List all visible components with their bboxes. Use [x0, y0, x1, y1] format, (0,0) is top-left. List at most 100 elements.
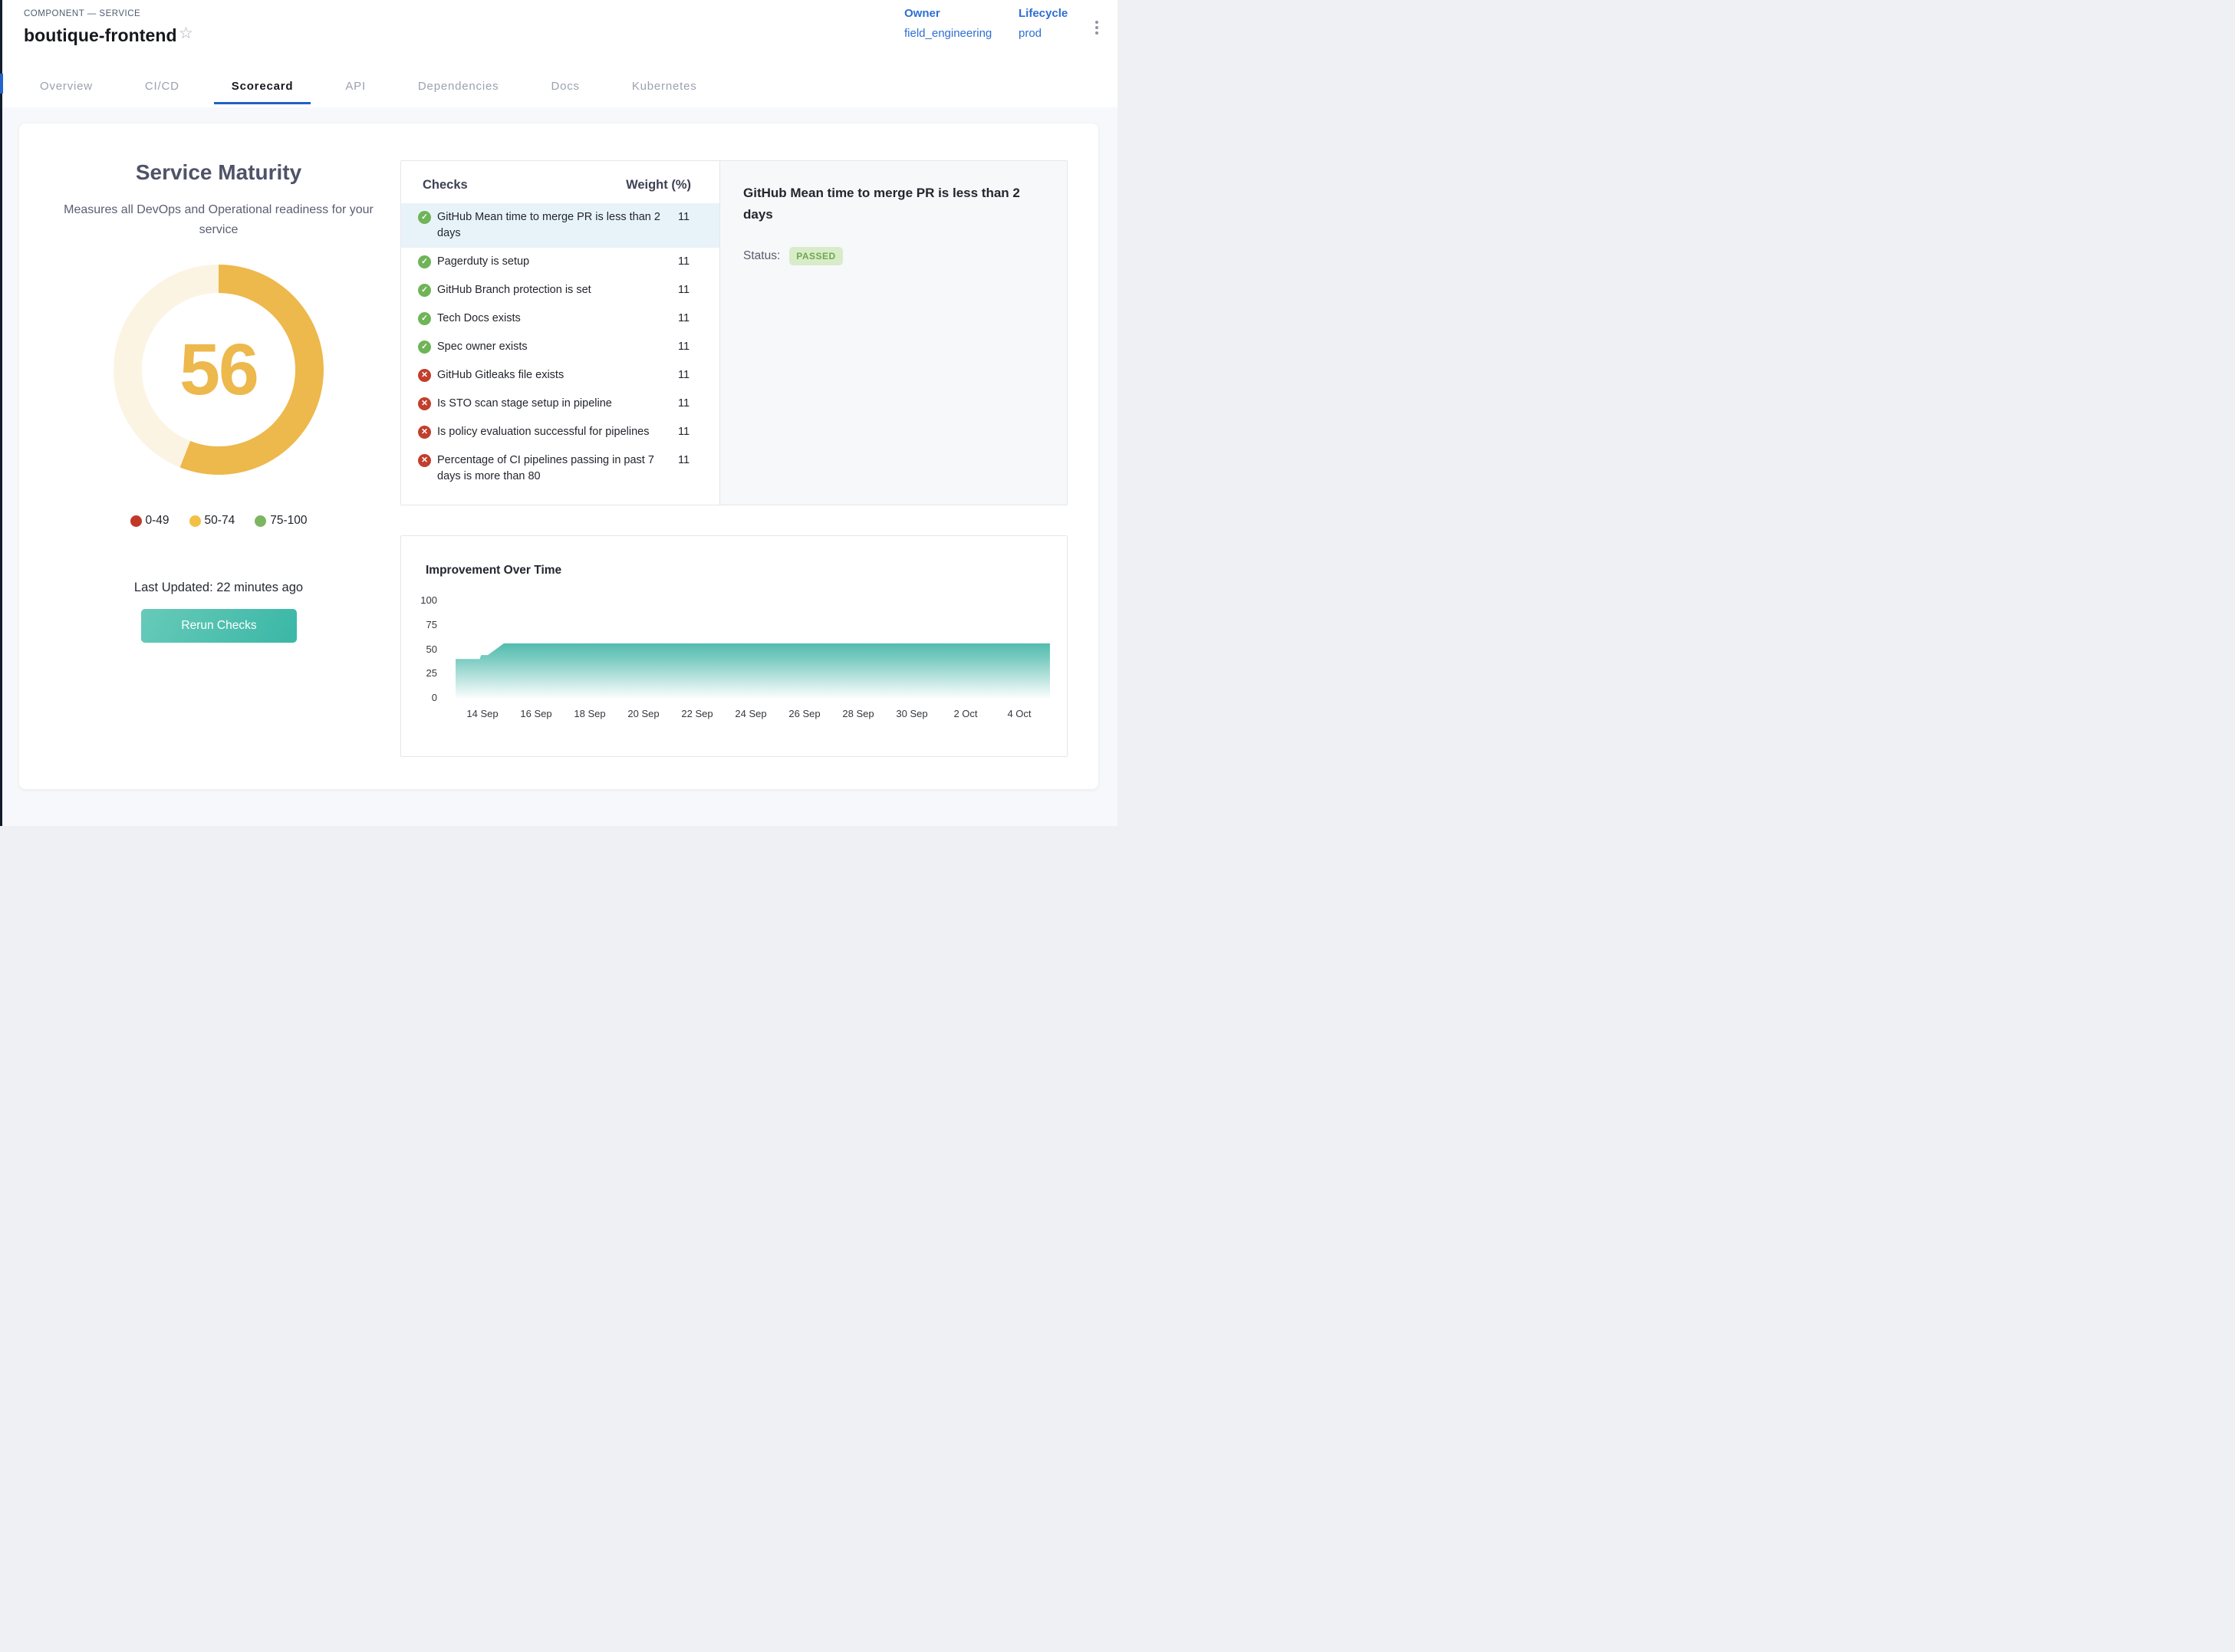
tab-label: Dependencies — [418, 80, 499, 93]
check-weight: 11 — [678, 367, 690, 383]
check-label: GitHub Gitleaks file exists — [437, 367, 676, 383]
check-row[interactable]: ✕ Percentage of CI pipelines passing in p… — [401, 446, 719, 491]
checks-list: ✓ GitHub Mean time to merge PR is less th… — [401, 203, 719, 491]
check-label: Is STO scan stage setup in pipeline — [437, 396, 676, 412]
check-weight: 11 — [678, 209, 690, 225]
check-label: Percentage of CI pipelines passing in pa… — [437, 452, 676, 485]
tab-ci-cd[interactable]: CI/CD — [127, 65, 197, 107]
legend-item: 0-49 — [130, 514, 170, 528]
scorecard-title: Service Maturity — [19, 160, 418, 185]
check-row[interactable]: ✓ GitHub Mean time to merge PR is less th… — [401, 203, 719, 248]
check-weight: 11 — [678, 452, 690, 469]
x-axis-tick: 4 Oct — [992, 708, 1046, 719]
y-axis-tick: 25 — [401, 666, 437, 680]
legend-label: 50-74 — [205, 514, 235, 528]
rerun-checks-button[interactable]: Rerun Checks — [141, 609, 297, 643]
y-axis-tick: 75 — [401, 618, 437, 632]
check-failed-icon: ✕ — [418, 454, 431, 467]
x-axis-tick: 20 Sep — [617, 708, 670, 719]
check-failed-icon: ✕ — [418, 426, 431, 439]
check-label: Pagerduty is setup — [437, 254, 676, 270]
check-passed-icon: ✓ — [418, 211, 431, 224]
improvement-chart-panel: Improvement Over Time 0255075100 14 Sep1… — [400, 535, 1068, 757]
owner-label: Owner — [904, 8, 992, 21]
tab-api[interactable]: API — [328, 65, 383, 107]
check-row[interactable]: ✓ Tech Docs exists11 — [401, 304, 719, 333]
check-row[interactable]: ✓Spec owner exists11 — [401, 333, 719, 361]
active-tab-underline — [214, 102, 311, 104]
check-row[interactable]: ✓GitHub Branch protection is set11 — [401, 276, 719, 304]
lifecycle-value-link[interactable]: prod — [1019, 28, 1068, 41]
checks-list-header: Checks Weight (%) — [401, 161, 719, 193]
left-rail-active-indicator — [0, 74, 3, 94]
x-axis-tick: 18 Sep — [563, 708, 617, 719]
check-weight: 11 — [678, 311, 690, 327]
legend-item: 50-74 — [189, 514, 235, 528]
check-weight: 11 — [678, 282, 690, 298]
check-row[interactable]: ✕Is STO scan stage setup in pipeline11 — [401, 390, 719, 418]
y-axis-tick: 100 — [401, 594, 437, 607]
x-axis-tick: 2 Oct — [939, 708, 992, 719]
tab-label: CI/CD — [145, 80, 179, 93]
check-passed-icon: ✓ — [418, 341, 431, 354]
tab-label: Overview — [40, 80, 93, 93]
checks-list-wrap: Checks Weight (%) ✓ GitHub Mean time to m… — [401, 161, 720, 505]
chart-svg-holder — [456, 591, 1050, 698]
checks-panel: Checks Weight (%) ✓ GitHub Mean time to m… — [400, 160, 1068, 505]
weight-column-header: Weight (%) — [626, 178, 691, 193]
last-updated-text: Last Updated: 22 minutes ago — [19, 581, 418, 595]
check-weight: 11 — [678, 396, 690, 412]
app-window: COMPONENT — SERVICE boutique-frontend ☆ … — [0, 0, 1118, 826]
x-axis-tick: 14 Sep — [456, 708, 509, 719]
tab-scorecard[interactable]: Scorecard — [214, 65, 311, 107]
check-passed-icon: ✓ — [418, 255, 431, 268]
checks-column-header: Checks — [423, 178, 468, 193]
status-label: Status: — [743, 249, 780, 263]
check-detail-title: GitHub Mean time to merge PR is less tha… — [743, 183, 1044, 225]
check-row[interactable]: ✕ GitHub Gitleaks file exists11 — [401, 361, 719, 390]
breadcrumb: COMPONENT — SERVICE — [24, 9, 140, 18]
tab-docs[interactable]: Docs — [533, 65, 597, 107]
legend-dot — [189, 515, 201, 527]
tab-dependencies[interactable]: Dependencies — [400, 65, 517, 107]
check-row[interactable]: ✓ Pagerduty is setup11 — [401, 248, 719, 276]
improvement-area-chart — [456, 591, 1050, 698]
tab-kubernetes[interactable]: Kubernetes — [614, 65, 715, 107]
x-axis-tick: 30 Sep — [885, 708, 939, 719]
left-rail — [0, 0, 2, 826]
scorecard-card: Service Maturity Measures all DevOps and… — [19, 123, 1098, 789]
y-axis-tick: 50 — [401, 643, 437, 657]
check-failed-icon: ✕ — [418, 369, 431, 382]
check-row[interactable]: ✕Is policy evaluation successful for pip… — [401, 418, 719, 446]
legend-item: 75-100 — [255, 514, 307, 528]
scorecard-subtitle: Measures all DevOps and Operational read… — [50, 200, 387, 239]
more-options-icon[interactable] — [1092, 18, 1101, 38]
check-weight: 11 — [678, 424, 690, 440]
status-badge: PASSED — [789, 247, 842, 265]
legend-label: 75-100 — [270, 514, 307, 528]
tab-label: API — [345, 80, 366, 93]
score-legend: 0-49 50-74 75-100 — [19, 514, 418, 528]
x-axis-tick: 24 Sep — [724, 708, 778, 719]
favorite-star-icon[interactable]: ☆ — [179, 25, 193, 41]
x-axis-tick: 22 Sep — [670, 708, 724, 719]
check-label: Tech Docs exists — [437, 311, 676, 327]
score-value: 56 — [114, 265, 324, 475]
tab-label: Docs — [551, 80, 579, 93]
entity-header: COMPONENT — SERVICE boutique-frontend ☆ … — [2, 0, 1118, 66]
owner-value-link[interactable]: field_engineering — [904, 28, 992, 41]
owner-block: Owner field_engineering — [904, 8, 992, 40]
check-weight: 11 — [678, 254, 690, 270]
legend-dot — [255, 515, 266, 527]
chart-title: Improvement Over Time — [426, 564, 561, 578]
x-axis-tick: 16 Sep — [509, 708, 563, 719]
check-detail-panel: GitHub Mean time to merge PR is less tha… — [720, 161, 1067, 505]
check-label: GitHub Mean time to merge PR is less tha… — [437, 209, 676, 242]
legend-dot — [130, 515, 142, 527]
lifecycle-block: Lifecycle prod — [1019, 8, 1068, 40]
check-passed-icon: ✓ — [418, 312, 431, 325]
tab-overview[interactable]: Overview — [22, 65, 110, 107]
legend-label: 0-49 — [146, 514, 170, 528]
x-axis-tick: 26 Sep — [778, 708, 831, 719]
check-label: GitHub Branch protection is set — [437, 282, 676, 298]
